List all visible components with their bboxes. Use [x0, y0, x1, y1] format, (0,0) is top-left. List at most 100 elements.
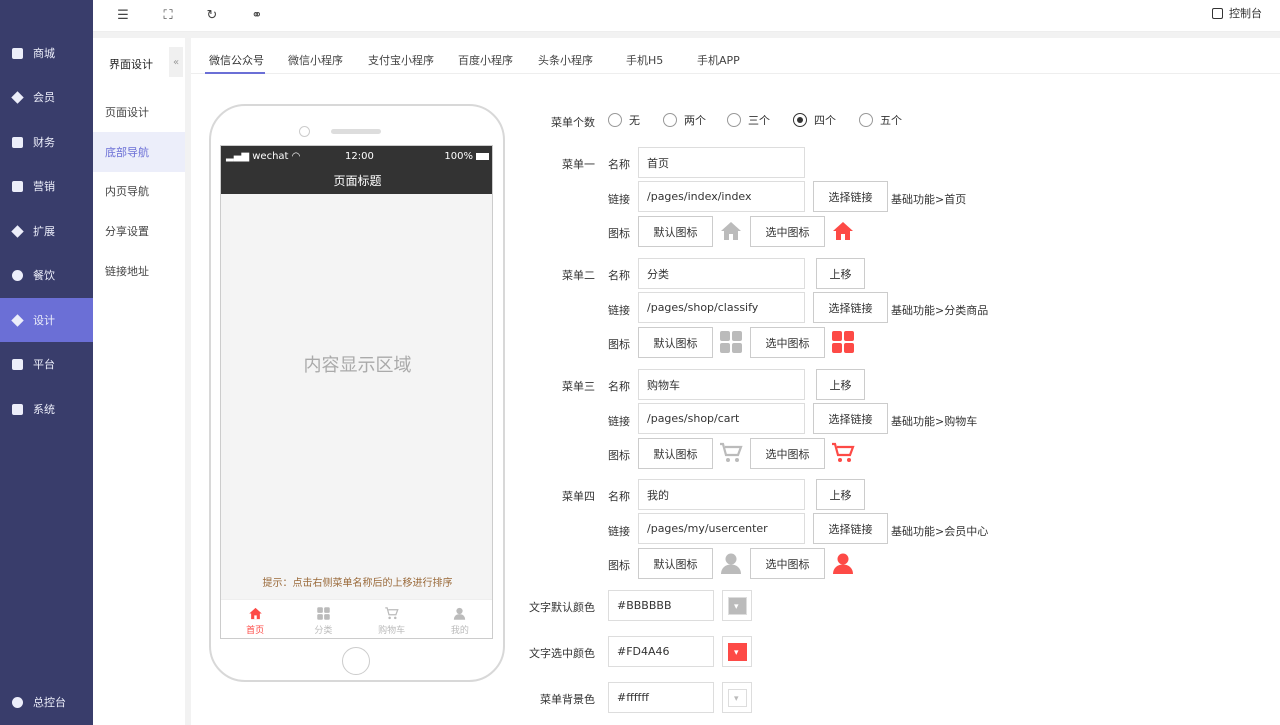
default-icon-button[interactable]: 默认图标 [638, 548, 713, 579]
link-label: 链接 [608, 525, 630, 538]
menu-count-option-none[interactable]: 无 [608, 112, 640, 128]
sidebar-item-system[interactable]: 系统 [0, 387, 93, 431]
sidebar-item-label: 扩展 [33, 225, 55, 238]
default-icon-button[interactable]: 默认图标 [638, 216, 713, 247]
console-button[interactable]: 控制台 [1212, 5, 1262, 21]
subnav-item-links[interactable]: 链接地址 [93, 251, 185, 291]
color-swatch: ▾ [728, 689, 747, 707]
chevron-down-icon: ▾ [734, 694, 739, 704]
sidebar-item-platform[interactable]: 平台 [0, 342, 93, 386]
name-label: 名称 [608, 380, 630, 393]
tabbar-item-mine[interactable]: 我的 [426, 600, 492, 638]
selected-icon-button[interactable]: 选中图标 [750, 438, 825, 469]
fullscreen-icon[interactable]: ⛶ [158, 5, 178, 25]
sidebar-item-label: 系统 [33, 403, 55, 416]
member-icon [11, 90, 24, 104]
menu-bg-color-picker[interactable]: ▾ [722, 682, 752, 713]
menu-link-input[interactable]: /pages/shop/cart [638, 403, 805, 434]
text-selected-color-input[interactable]: #FD4A46 [608, 636, 714, 667]
tab-mobile-app[interactable]: 手机APP [697, 52, 740, 68]
sidebar-item-marketing[interactable]: 营销 [0, 164, 93, 208]
tabbar-item-category[interactable]: 分类 [289, 600, 357, 638]
menu-count-option-five[interactable]: 五个 [859, 112, 902, 128]
choose-link-button[interactable]: 选择链接 [813, 292, 888, 323]
content-area-placeholder: 内容显示区域 [303, 355, 412, 376]
move-up-button[interactable]: 上移 [816, 258, 865, 289]
battery-icon [476, 153, 489, 160]
tab-wechat-official[interactable]: 微信公众号 [209, 52, 264, 68]
active-tab-indicator [205, 72, 265, 74]
menu-name-input[interactable]: 分类 [638, 258, 805, 289]
text-default-color-input[interactable]: #BBBBBB [608, 590, 714, 621]
tab-baidu-mini[interactable]: 百度小程序 [458, 52, 513, 68]
tab-mobile-h5[interactable]: 手机H5 [626, 52, 663, 68]
menu-name-input[interactable]: 首页 [638, 147, 805, 178]
choose-link-button[interactable]: 选择链接 [813, 181, 888, 212]
menu-count-option-four[interactable]: 四个 [793, 112, 836, 128]
menu-link-input[interactable]: /pages/shop/classify [638, 292, 805, 323]
subnav-item-share[interactable]: 分享设置 [93, 211, 185, 251]
collapse-button[interactable]: « [169, 47, 183, 77]
icon-label: 图标 [608, 227, 630, 240]
link-icon[interactable]: ⚭ [247, 5, 267, 25]
tab-toutiao-mini[interactable]: 头条小程序 [538, 52, 593, 68]
menu-name-input[interactable]: 我的 [638, 479, 805, 510]
default-icon-button[interactable]: 默认图标 [638, 438, 713, 469]
move-up-button[interactable]: 上移 [816, 479, 865, 510]
battery-status: 100% [444, 151, 489, 162]
tab-alipay-mini[interactable]: 支付宝小程序 [368, 52, 434, 68]
home-icon [248, 607, 262, 620]
selected-icon-button[interactable]: 选中图标 [750, 216, 825, 247]
tabbar-item-cart[interactable]: 购物车 [358, 600, 426, 638]
link-label: 链接 [608, 193, 630, 206]
sidebar-item-finance[interactable]: 财务 [0, 120, 93, 164]
shop-icon [12, 47, 23, 59]
move-up-button[interactable]: 上移 [816, 369, 865, 400]
sidebar-item-shop[interactable]: 商城 [0, 31, 93, 75]
default-icon-button[interactable]: 默认图标 [638, 327, 713, 358]
phone-camera [299, 126, 310, 137]
sidebar-item-design[interactable]: 设计 [0, 298, 93, 342]
menu-bg-color-label: 菜单背景色 [540, 693, 595, 706]
phone-home-button [342, 647, 370, 675]
icon-label: 图标 [608, 449, 630, 462]
radio-label: 两个 [684, 114, 706, 127]
tab-wechat-mini[interactable]: 微信小程序 [288, 52, 343, 68]
radio-label: 五个 [880, 114, 902, 127]
sidebar-item-restaurant[interactable]: 餐饮 [0, 253, 93, 297]
subnav-item-page-design[interactable]: 页面设计 [93, 92, 185, 132]
sidebar-item-extension[interactable]: 扩展 [0, 209, 93, 253]
selected-icon-button[interactable]: 选中图标 [750, 327, 825, 358]
sidebar-item-master-console[interactable]: 总控台 [0, 680, 93, 724]
menu-title: 菜单一 [562, 158, 595, 171]
name-label: 名称 [608, 158, 630, 171]
menu-name-input[interactable]: 购物车 [638, 369, 805, 400]
tabbar-item-home[interactable]: 首页 [221, 600, 289, 638]
menu-title: 菜单三 [562, 380, 595, 393]
menu-count-option-two[interactable]: 两个 [663, 112, 706, 128]
menu-fold-icon[interactable]: ☰ [113, 5, 133, 25]
gear-icon [12, 696, 23, 708]
selected-icon-button[interactable]: 选中图标 [750, 548, 825, 579]
subnav-item-inner-nav[interactable]: 内页导航 [93, 171, 185, 211]
choose-link-button[interactable]: 选择链接 [813, 513, 888, 544]
menu-count-label: 菜单个数 [551, 116, 595, 129]
home-icon [833, 222, 853, 240]
battery-text: 100% [444, 151, 473, 162]
link-description: 基础功能>分类商品 [891, 304, 989, 317]
menu-bg-color-input[interactable]: #ffffff [608, 682, 714, 713]
choose-link-button[interactable]: 选择链接 [813, 403, 888, 434]
menu-count-option-three[interactable]: 三个 [727, 112, 770, 128]
text-selected-color-picker[interactable]: ▾ [722, 636, 752, 667]
menu-link-input[interactable]: /pages/index/index [638, 181, 805, 212]
subnav-item-bottom-nav[interactable]: 底部导航 [93, 132, 185, 172]
link-label: 链接 [608, 304, 630, 317]
refresh-icon[interactable]: ↻ [202, 5, 222, 25]
finance-icon [12, 136, 23, 148]
menu-link-input[interactable]: /pages/my/usercenter [638, 513, 805, 544]
icon-label: 图标 [608, 559, 630, 572]
radio-label: 无 [629, 114, 640, 127]
sidebar-item-member[interactable]: 会员 [0, 75, 93, 119]
text-default-color-picker[interactable]: ▾ [722, 590, 752, 621]
cart-icon [720, 442, 743, 462]
